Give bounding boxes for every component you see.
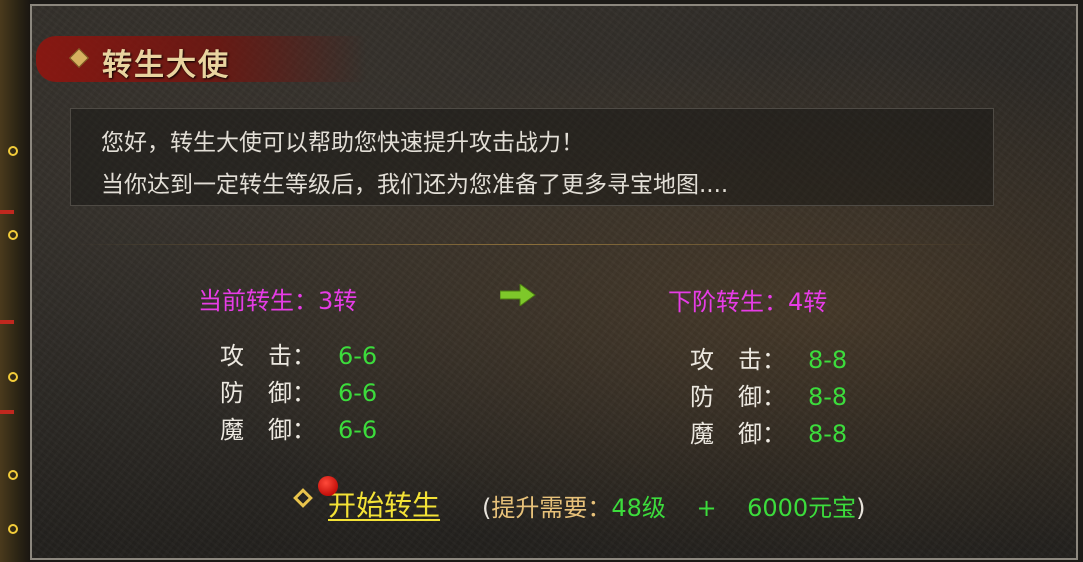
key-icon: [8, 524, 18, 534]
current-stage-title: 当前转生：3转: [192, 279, 363, 318]
stat-label: 魔 御：: [220, 416, 316, 444]
key-icon: [8, 146, 18, 156]
stat-value: 6-6: [338, 379, 378, 407]
intro-line-2: 当你达到一定转生等级后，我们还为您准备了更多寻宝地图....: [101, 172, 729, 198]
req-level: 48级: [611, 494, 666, 522]
current-stat-defense: 防 御： 6-6: [220, 373, 377, 408]
intro-box: 您好，转生大使可以帮助您快速提升攻击战力！ 当你达到一定转生等级后，我们还为您准…: [70, 108, 994, 206]
dialog-title: 转生大使: [102, 48, 230, 83]
current-stage-value: 3转: [318, 287, 358, 315]
next-stage-label: 下阶转生：: [668, 288, 788, 316]
req-plus: +: [696, 494, 717, 522]
requirement-text: (提升需要：48级 + 6000元宝): [482, 488, 866, 523]
divider: [70, 244, 994, 245]
start-reincarnation-button[interactable]: 开始转生: [328, 484, 440, 524]
stat-label: 防 御：: [220, 379, 316, 407]
health-bar-fragment: [0, 320, 14, 324]
health-bar-fragment: [0, 210, 14, 214]
req-open-paren: (: [482, 494, 492, 522]
reincarnation-dialog: [30, 4, 1078, 560]
stat-label: 魔 御：: [690, 420, 786, 448]
current-stat-magic-defense: 魔 御： 6-6: [220, 410, 377, 445]
stat-value: 8-8: [808, 383, 848, 411]
red-dot-icon: [318, 476, 338, 496]
next-stat-attack: 攻 击： 8-8: [690, 340, 847, 375]
stat-value: 8-8: [808, 346, 848, 374]
current-stage-label: 当前转生：: [198, 287, 318, 315]
next-stat-magic-defense: 魔 御： 8-8: [690, 414, 847, 449]
req-close-paren: ): [856, 494, 866, 522]
health-bar-fragment: [0, 410, 14, 414]
key-icon: [8, 230, 18, 240]
next-stage-value: 4转: [788, 288, 828, 316]
stat-label: 攻 击：: [690, 346, 786, 374]
intro-line-1: 您好，转生大使可以帮助您快速提升攻击战力！: [101, 130, 584, 156]
key-icon: [8, 372, 18, 382]
next-stage-title: 下阶转生：4转: [662, 280, 833, 319]
stat-value: 6-6: [338, 342, 378, 370]
req-gold: 6000元宝: [747, 494, 857, 522]
next-stat-defense: 防 御： 8-8: [690, 377, 847, 412]
stat-label: 攻 击：: [220, 342, 316, 370]
background-game-edge: [0, 0, 30, 562]
key-icon: [8, 470, 18, 480]
current-stat-attack: 攻 击： 6-6: [220, 336, 377, 371]
req-label: 提升需要：: [491, 494, 612, 522]
stat-value: 6-6: [338, 416, 378, 444]
right-arrow-icon: [500, 284, 536, 306]
stat-label: 防 御：: [690, 383, 786, 411]
stat-value: 8-8: [808, 420, 848, 448]
